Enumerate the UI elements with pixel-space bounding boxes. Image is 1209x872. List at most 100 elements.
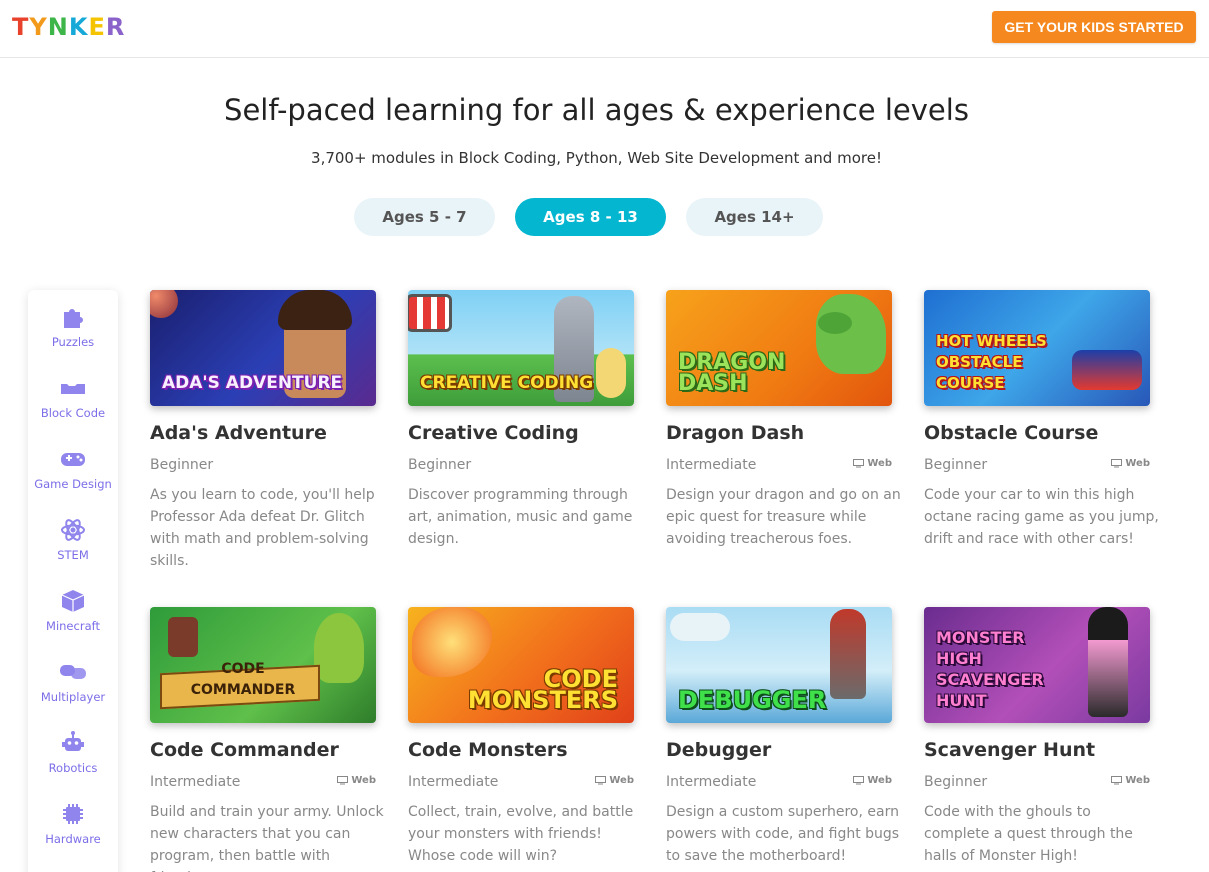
thumbnail-art-title: DEBUGGER — [678, 686, 827, 714]
course-level: Beginner — [924, 457, 988, 473]
course-card-adas-adventure[interactable]: ADA's ADVENTURE Ada's Adventure Beginner… — [150, 290, 390, 580]
course-title[interactable]: Obstacle Course — [924, 422, 1098, 444]
sidebar-item-label: Puzzles — [51, 335, 95, 349]
course-title[interactable]: Code Commander — [150, 739, 339, 761]
thumbnail-art-title: HOT WHEELS OBSTACLE COURSE — [936, 332, 1047, 392]
course-title[interactable]: Creative Coding — [408, 422, 579, 444]
top-navigation-bar: T Y N K E R GET YOUR KIDS STARTED — [0, 0, 1209, 58]
course-card-code-commander[interactable]: CODE COMMANDER Code Commander Intermedia… — [150, 607, 390, 872]
thumbnail-art-title: MONSTER HIGH SCAVENGER HUNT — [936, 628, 1044, 710]
chip-icon — [63, 804, 83, 824]
puzzle-icon — [64, 309, 83, 328]
thumbnail-art-title: DRAGON DASH — [678, 350, 786, 396]
platform-badge: Web — [1111, 458, 1150, 469]
monitor-icon — [1111, 776, 1123, 785]
sidebar-item-hardware[interactable]: Hardware — [28, 801, 118, 861]
course-card-debugger[interactable]: DEBUGGER Debugger Intermediate Web Desig… — [666, 607, 906, 872]
logo-letter: E — [88, 13, 106, 41]
platform-label: Web — [867, 775, 892, 786]
tab-ages-5-7[interactable]: Ages 5 - 7 — [354, 198, 495, 236]
course-level: Beginner — [150, 457, 214, 473]
course-level: Intermediate — [666, 457, 757, 473]
course-level: Intermediate — [150, 774, 241, 790]
course-title[interactable]: Ada's Adventure — [150, 422, 327, 444]
course-card-creative-coding[interactable]: CREATIVE CODING Creative Coding Beginner… — [408, 290, 648, 580]
age-filter-tabs: Ages 5 - 7 Ages 8 - 13 Ages 14+ — [0, 198, 1193, 236]
course-level: Beginner — [408, 457, 472, 473]
course-title[interactable]: Scavenger Hunt — [924, 739, 1095, 761]
logo-letter: K — [68, 13, 89, 41]
course-title[interactable]: Debugger — [666, 739, 771, 761]
course-title[interactable]: Dragon Dash — [666, 422, 804, 444]
logo-letter: T — [12, 13, 30, 41]
sidebar-item-game-design[interactable]: Game Design — [28, 446, 118, 506]
course-thumbnail[interactable]: HOT WHEELS OBSTACLE COURSE — [924, 290, 1150, 406]
sidebar-item-label: Minecraft — [46, 619, 100, 633]
logo-letter: N — [47, 13, 69, 41]
course-description: Build and train your army. Unlock new ch… — [150, 804, 384, 872]
tynker-logo[interactable]: T Y N K E R — [12, 11, 125, 43]
course-thumbnail[interactable]: DRAGON DASH — [666, 290, 892, 406]
platform-badge: Web — [1111, 775, 1150, 786]
sidebar-item-label: STEM — [57, 548, 89, 562]
thumbnail-art-title: ADA's ADVENTURE — [162, 373, 343, 393]
sidebar-item-puzzles[interactable]: Puzzles — [28, 304, 118, 364]
platform-badge: Web — [595, 775, 634, 786]
sidebar-item-stem[interactable]: STEM — [28, 517, 118, 577]
course-thumbnail[interactable]: DEBUGGER — [666, 607, 892, 723]
tab-ages-14-plus[interactable]: Ages 14+ — [686, 198, 823, 236]
page-subtitle: 3,700+ modules in Block Coding, Python, … — [311, 149, 882, 167]
sidebar-item-block-code[interactable]: Block Code — [28, 375, 118, 435]
monitor-icon — [853, 776, 865, 785]
platform-label: Web — [609, 775, 634, 786]
course-card-obstacle-course[interactable]: HOT WHEELS OBSTACLE COURSE Obstacle Cour… — [924, 290, 1164, 580]
course-description: Code your car to win this high octane ra… — [924, 487, 1159, 547]
monitor-icon — [1111, 459, 1123, 468]
course-level: Beginner — [924, 774, 988, 790]
course-description: Discover programming through art, animat… — [408, 487, 633, 547]
course-description: Code with the ghouls to complete a quest… — [924, 804, 1133, 864]
sidebar-item-robotics[interactable]: Robotics — [28, 730, 118, 790]
atom-icon — [61, 519, 85, 541]
course-description: Design a custom superhero, earn powers w… — [666, 804, 900, 864]
tab-ages-8-13[interactable]: Ages 8 - 13 — [515, 198, 666, 236]
course-card-code-monsters[interactable]: CODE MONSTERS Code Monsters Intermediate… — [408, 607, 648, 872]
platform-badge: Web — [337, 775, 376, 786]
block-code-icon — [61, 384, 85, 394]
sidebar-item-multiplayer[interactable]: Multiplayer — [28, 659, 118, 719]
thumbnail-art-title: CODE MONSTERS — [467, 665, 618, 714]
platform-label: Web — [1125, 458, 1150, 469]
course-thumbnail[interactable]: CODE COMMANDER — [150, 607, 376, 723]
course-thumbnail[interactable]: ADA's ADVENTURE — [150, 290, 376, 406]
get-kids-started-button[interactable]: GET YOUR KIDS STARTED — [992, 11, 1196, 43]
platform-label: Web — [1125, 775, 1150, 786]
monitor-icon — [595, 776, 607, 785]
logo-letter: Y — [29, 13, 48, 41]
page-title: Self-paced learning for all ages & exper… — [224, 93, 969, 127]
sidebar-item-label: Hardware — [45, 832, 101, 846]
course-thumbnail[interactable]: CODE MONSTERS — [408, 607, 634, 723]
category-sidebar: Puzzles Block Code Game Design STEM Mine… — [28, 290, 118, 872]
sidebar-item-minecraft[interactable]: Minecraft — [28, 588, 118, 648]
multiplayer-icon — [60, 665, 86, 679]
platform-badge: Web — [853, 775, 892, 786]
sidebar-item-label: Block Code — [40, 406, 106, 420]
platform-label: Web — [351, 775, 376, 786]
sidebar-item-label: Multiplayer — [40, 690, 106, 704]
thumbnail-art-title: CODE COMMANDER — [190, 661, 296, 698]
platform-badge: Web — [853, 458, 892, 469]
cube-icon — [61, 590, 85, 612]
thumbnail-art-title: CREATIVE CODING — [420, 373, 594, 393]
course-card-scavenger-hunt[interactable]: MONSTER HIGH SCAVENGER HUNT Scavenger Hu… — [924, 607, 1164, 872]
sidebar-item-label: Game Design — [34, 477, 112, 491]
course-level: Intermediate — [666, 774, 757, 790]
course-title[interactable]: Code Monsters — [408, 739, 568, 761]
platform-label: Web — [867, 458, 892, 469]
gamepad-icon — [61, 453, 85, 466]
course-thumbnail[interactable]: MONSTER HIGH SCAVENGER HUNT — [924, 607, 1150, 723]
monitor-icon — [853, 459, 865, 468]
course-description: Collect, train, evolve, and battle your … — [408, 804, 634, 864]
course-thumbnail[interactable]: CREATIVE CODING — [408, 290, 634, 406]
course-description: Design your dragon and go on an epic que… — [666, 487, 901, 547]
course-card-dragon-dash[interactable]: DRAGON DASH Dragon Dash Intermediate Web… — [666, 290, 906, 580]
